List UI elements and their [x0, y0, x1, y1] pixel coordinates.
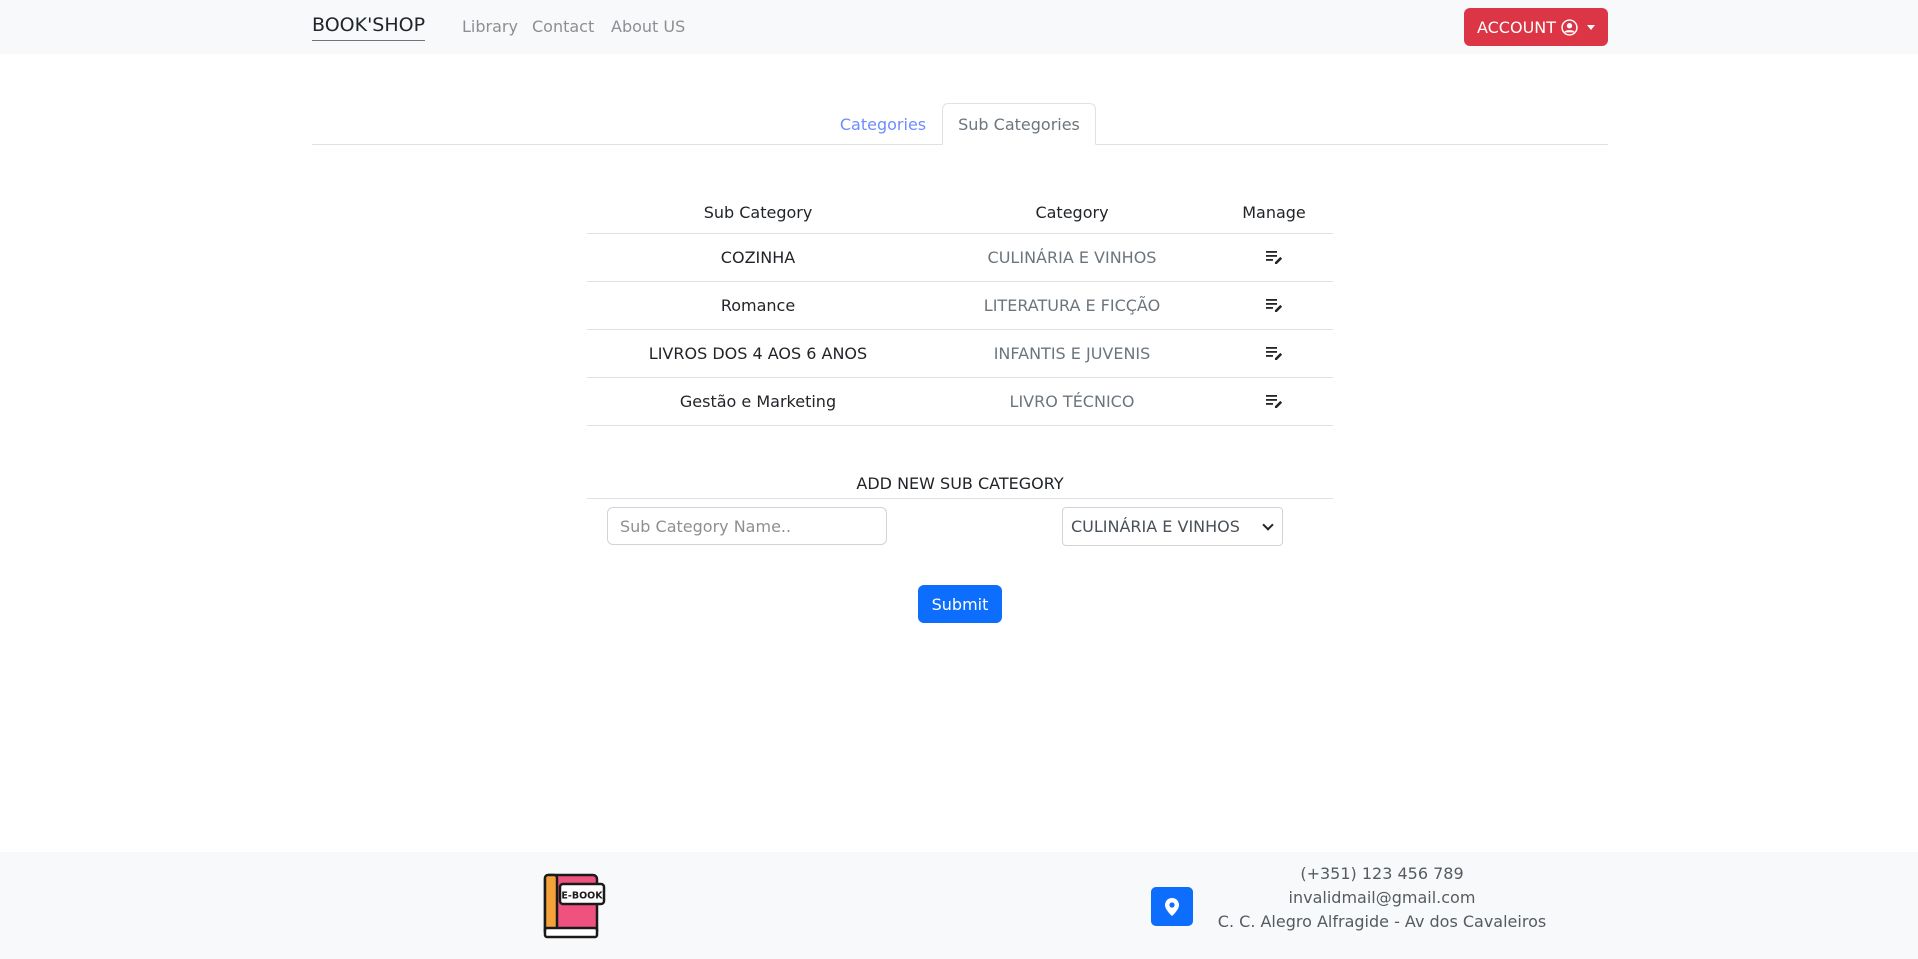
category-select[interactable]: CULINÁRIA E VINHOS [1062, 507, 1283, 546]
table-row: Gestão e Marketing LIVRO TÉCNICO [587, 377, 1333, 426]
category-select-value: CULINÁRIA E VINHOS [1071, 517, 1240, 536]
brand-logo-text[interactable]: BOOK'SHOP [312, 14, 426, 41]
cell-category: INFANTIS E JUVENIS [929, 329, 1215, 378]
location-button[interactable] [1151, 887, 1193, 926]
chevron-down-icon [1587, 24, 1596, 30]
cell-sub-category: COZINHA [587, 233, 929, 282]
sub-category-name-input[interactable] [607, 507, 887, 545]
cell-category: LITERATURA E FICÇÃO [929, 281, 1215, 330]
add-form-divider [587, 498, 1333, 499]
ebook-logo-icon: E-BOOK [543, 873, 606, 939]
cell-manage [1215, 233, 1333, 282]
account-label: ACCOUNT [1476, 17, 1557, 37]
tab-sub-categories[interactable]: Sub Categories [942, 103, 1096, 145]
cell-manage [1215, 377, 1333, 426]
tab-categories[interactable]: Categories [824, 103, 942, 145]
cell-sub-category: LIVROS DOS 4 AOS 6 ANOS [587, 329, 929, 378]
cell-manage [1215, 281, 1333, 330]
cell-category: LIVRO TÉCNICO [929, 377, 1215, 426]
nav-link-library[interactable]: Library [462, 17, 518, 36]
edit-list-icon[interactable] [1264, 343, 1284, 363]
nav-link-about-us[interactable]: About US [611, 17, 685, 36]
edit-list-icon[interactable] [1264, 295, 1284, 315]
submit-button[interactable]: Submit [918, 585, 1002, 623]
footer: E-BOOK (+351) 123 456 789 invalidmail@gm… [0, 852, 1918, 959]
chevron-down-icon [1262, 518, 1274, 531]
nav-link-contact[interactable]: Contact [532, 17, 594, 36]
sub-categories-table: Sub Category Category Manage COZINHA CUL… [587, 192, 1333, 426]
cell-sub-category: Romance [587, 281, 929, 330]
map-pin-icon [1165, 897, 1179, 916]
footer-email[interactable]: invalidmail@gmail.com [1200, 888, 1564, 907]
edit-list-icon[interactable] [1264, 247, 1284, 267]
logo-text: E-BOOK [561, 891, 603, 902]
footer-phone: (+351) 123 456 789 [1300, 864, 1464, 883]
table-row: COZINHA CULINÁRIA E VINHOS [587, 233, 1333, 282]
cell-sub-category: Gestão e Marketing [587, 377, 929, 426]
user-circle-icon [1561, 18, 1578, 36]
header-category: Category [929, 192, 1215, 234]
table-row: Romance LITERATURA E FICÇÃO [587, 281, 1333, 330]
cell-manage [1215, 329, 1333, 378]
header-sub-category: Sub Category [587, 192, 929, 234]
account-dropdown-button[interactable]: ACCOUNT [1464, 8, 1608, 46]
navbar: BOOK'SHOP Library Contact About US ACCOU… [0, 0, 1918, 54]
header-manage: Manage [1215, 192, 1333, 234]
add-sub-category-title: ADD NEW SUB CATEGORY [856, 474, 1064, 493]
table-header-row: Sub Category Category Manage [587, 192, 1333, 234]
cell-category: CULINÁRIA E VINHOS [929, 233, 1215, 282]
edit-list-icon[interactable] [1264, 391, 1284, 411]
footer-address: C. C. Alegro Alfragide - Av dos Cavaleir… [1217, 912, 1547, 931]
table-row: LIVROS DOS 4 AOS 6 ANOS INFANTIS E JUVEN… [587, 329, 1333, 378]
